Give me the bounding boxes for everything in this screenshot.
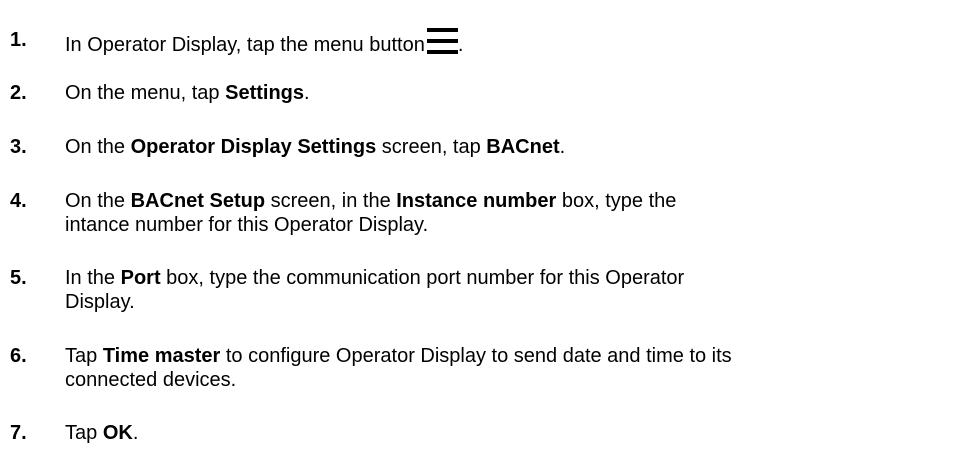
step-text-part: . — [457, 34, 464, 56]
step-text-part: screen, tap — [376, 136, 487, 158]
ui-term-settings: Settings — [225, 82, 305, 104]
step-text-part: Tap — [65, 345, 103, 367]
ui-term-time-master: Time master — [102, 345, 221, 367]
step-text-line2: Display. — [65, 291, 135, 313]
ui-term-instance-number: Instance number — [396, 190, 557, 212]
step-text-line2: intance number for this Operator Display… — [65, 214, 429, 236]
step-text-part: to configure Operator Display to send da… — [220, 345, 732, 367]
step-number: 3. — [10, 136, 27, 158]
step-text-part: . — [559, 136, 566, 158]
step-text: In the Port box, type the communication … — [65, 266, 950, 314]
step-number: 5. — [10, 267, 27, 289]
step-text-line2: connected devices. — [65, 369, 237, 391]
step-text: On the Operator Display Settings screen,… — [65, 135, 950, 159]
step-text-part: In the — [65, 267, 121, 289]
step-text: On the menu, tap Settings. — [65, 81, 950, 105]
step-number: 2. — [10, 82, 27, 104]
step-text: Tap Time master to configure Operator Di… — [65, 344, 950, 392]
step-text-part: On the — [65, 136, 131, 158]
ui-term-bacnet-setup: BACnet Setup — [130, 190, 266, 212]
step-text: On the BACnet Setup screen, in the Insta… — [65, 189, 950, 237]
step-number: 1. — [10, 29, 27, 51]
ui-term-bacnet: BACnet — [486, 136, 560, 158]
step-text-part: In Operator Display, tap the menu button — [65, 34, 425, 56]
step-text-part: Tap — [65, 422, 103, 444]
step-text-part: box, type the communication port number … — [160, 267, 685, 289]
step-text-part: box, type the — [556, 190, 677, 212]
step-text-part: . — [304, 82, 310, 104]
step-text-part: screen, in the — [265, 190, 397, 212]
ui-term-operator-display-settings: Operator Display Settings — [130, 136, 377, 158]
step-text-part: On the — [65, 190, 131, 212]
menu-hamburger-icon — [426, 28, 458, 55]
step-number: 4. — [10, 190, 27, 212]
step-text: Tap OK. — [65, 421, 950, 445]
step-number: 6. — [10, 345, 27, 367]
step-text-part: . — [132, 422, 139, 444]
ui-term-ok: OK — [102, 422, 133, 444]
step-text: In Operator Display, tap the menu button… — [65, 28, 950, 57]
ui-term-port: Port — [120, 267, 161, 289]
step-text-part: On the menu, tap — [65, 82, 226, 104]
step-number: 7. — [10, 422, 27, 444]
